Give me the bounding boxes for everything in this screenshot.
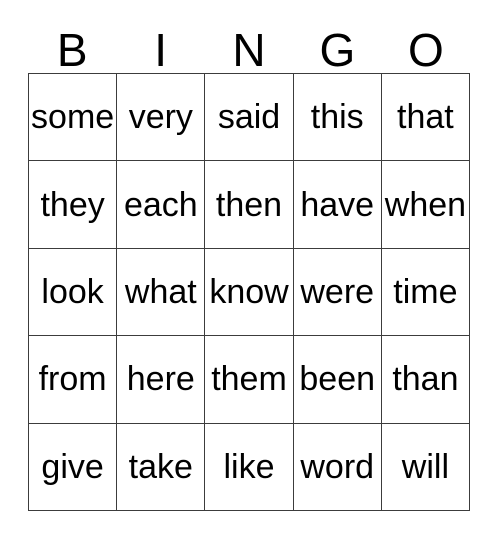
bingo-cell[interactable]: each: [117, 161, 206, 249]
bingo-cell[interactable]: from: [29, 336, 118, 424]
bingo-cell[interactable]: some: [29, 74, 118, 162]
bingo-cell[interactable]: this: [293, 74, 382, 162]
bingo-cell[interactable]: look: [29, 248, 118, 337]
bingo-header-cell-i: I: [116, 22, 204, 73]
bingo-header-letter-n: N: [232, 24, 266, 77]
bingo-header-letter-b: B: [56, 24, 88, 77]
bingo-cell[interactable]: them: [205, 336, 294, 424]
bingo-cell-word: some: [31, 98, 115, 137]
bingo-cell-word: when: [384, 185, 467, 224]
bingo-cell[interactable]: like: [205, 423, 294, 511]
bingo-grid: some very said this that they each then …: [28, 73, 471, 511]
bingo-row: from here them been than: [29, 336, 471, 424]
bingo-row: give take like word will: [29, 423, 471, 511]
bingo-cell-word: take: [128, 447, 193, 486]
bingo-cell-word: have: [300, 185, 375, 224]
bingo-cell-word: time: [393, 272, 458, 311]
bingo-header-row: B I N G O: [28, 22, 470, 73]
bingo-cell-word: been: [299, 360, 376, 399]
bingo-header-letter-i: I: [154, 24, 167, 77]
bingo-cell-word: then: [215, 185, 283, 224]
bingo-cell[interactable]: give: [29, 423, 118, 511]
bingo-cell-word: said: [217, 98, 281, 137]
bingo-cell-word: give: [41, 447, 104, 486]
bingo-cell-word: this: [310, 98, 364, 137]
bingo-cell-word: will: [401, 447, 450, 486]
bingo-header-letter-g: G: [319, 24, 356, 77]
bingo-cell-word: them: [211, 360, 287, 399]
bingo-cell-word: very: [128, 98, 193, 137]
bingo-cell-word: here: [126, 360, 195, 399]
bingo-card: B I N G O some very said this that they …: [28, 22, 471, 511]
bingo-header-cell-b: B: [28, 22, 116, 73]
bingo-cell-word: from: [38, 360, 107, 399]
bingo-cell[interactable]: that: [381, 74, 471, 162]
bingo-header-cell-g: G: [293, 22, 381, 73]
bingo-cell[interactable]: been: [293, 336, 382, 424]
bingo-cell[interactable]: take: [117, 423, 206, 511]
bingo-cell[interactable]: time: [381, 248, 471, 337]
bingo-cell-word: that: [397, 98, 454, 137]
bingo-cell-word: like: [223, 447, 275, 486]
bingo-cell[interactable]: were: [293, 248, 382, 337]
bingo-cell-word: each: [123, 185, 198, 224]
bingo-cell-word: what: [124, 272, 197, 311]
bingo-cell-word: look: [41, 272, 104, 311]
bingo-cell-word: were: [300, 272, 375, 311]
bingo-cell[interactable]: when: [381, 161, 471, 249]
bingo-cell[interactable]: word: [293, 423, 382, 511]
bingo-cell-word: know: [209, 272, 289, 311]
bingo-row: look what know were time: [29, 248, 471, 337]
bingo-cell[interactable]: they: [29, 161, 118, 249]
bingo-cell[interactable]: here: [117, 336, 206, 424]
bingo-cell[interactable]: know: [205, 248, 294, 337]
bingo-row: they each then have when: [29, 161, 471, 249]
bingo-cell[interactable]: said: [205, 74, 294, 162]
bingo-cell[interactable]: what: [117, 248, 206, 337]
bingo-cell[interactable]: have: [293, 161, 382, 249]
bingo-cell[interactable]: very: [117, 74, 206, 162]
bingo-header-letter-o: O: [407, 24, 444, 77]
bingo-cell[interactable]: than: [381, 336, 471, 424]
bingo-header-cell-n: N: [205, 22, 293, 73]
bingo-cell-word: than: [392, 360, 459, 399]
bingo-cell-word: they: [40, 185, 105, 224]
bingo-cell[interactable]: will: [381, 423, 471, 511]
bingo-cell-word: word: [300, 447, 375, 486]
bingo-cell[interactable]: then: [205, 161, 294, 249]
bingo-header-cell-o: O: [382, 22, 470, 73]
bingo-row: some very said this that: [29, 74, 471, 162]
